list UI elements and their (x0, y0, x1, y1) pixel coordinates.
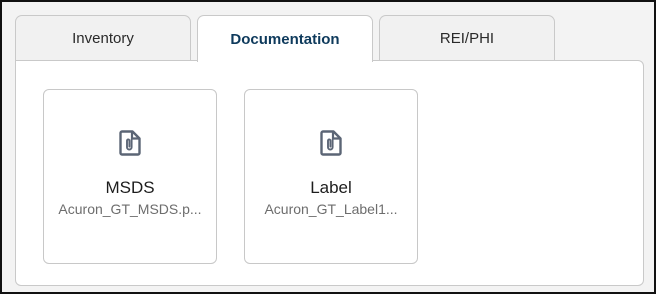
document-title: MSDS (105, 178, 155, 197)
documentation-panel: MSDS Acuron_GT_MSDS.p... Label Acuron_GT… (15, 60, 644, 286)
tab-rei-phi[interactable]: REI/PHI (379, 15, 555, 61)
tab-rei-phi-label: REI/PHI (439, 30, 495, 47)
document-card-label[interactable]: Label Acuron_GT_Label1... (244, 89, 418, 264)
document-title: Label (310, 178, 352, 197)
paperclip-file-icon (119, 130, 141, 156)
tab-documentation[interactable]: Documentation (197, 15, 373, 62)
document-tabs-widget: Inventory Documentation REI/PHI MSDS Acu… (0, 0, 656, 294)
paperclip-file-icon (320, 130, 342, 156)
document-card-list: MSDS Acuron_GT_MSDS.p... Label Acuron_GT… (43, 89, 418, 264)
document-filename: Acuron_GT_Label1... (264, 201, 398, 217)
document-filename: Acuron_GT_MSDS.p... (58, 201, 202, 217)
tab-inventory[interactable]: Inventory (15, 15, 191, 61)
tab-documentation-label: Documentation (230, 30, 340, 48)
tab-inventory-label: Inventory (72, 30, 134, 47)
document-card-msds[interactable]: MSDS Acuron_GT_MSDS.p... (43, 89, 217, 264)
tab-bar: Inventory Documentation REI/PHI (15, 15, 555, 62)
